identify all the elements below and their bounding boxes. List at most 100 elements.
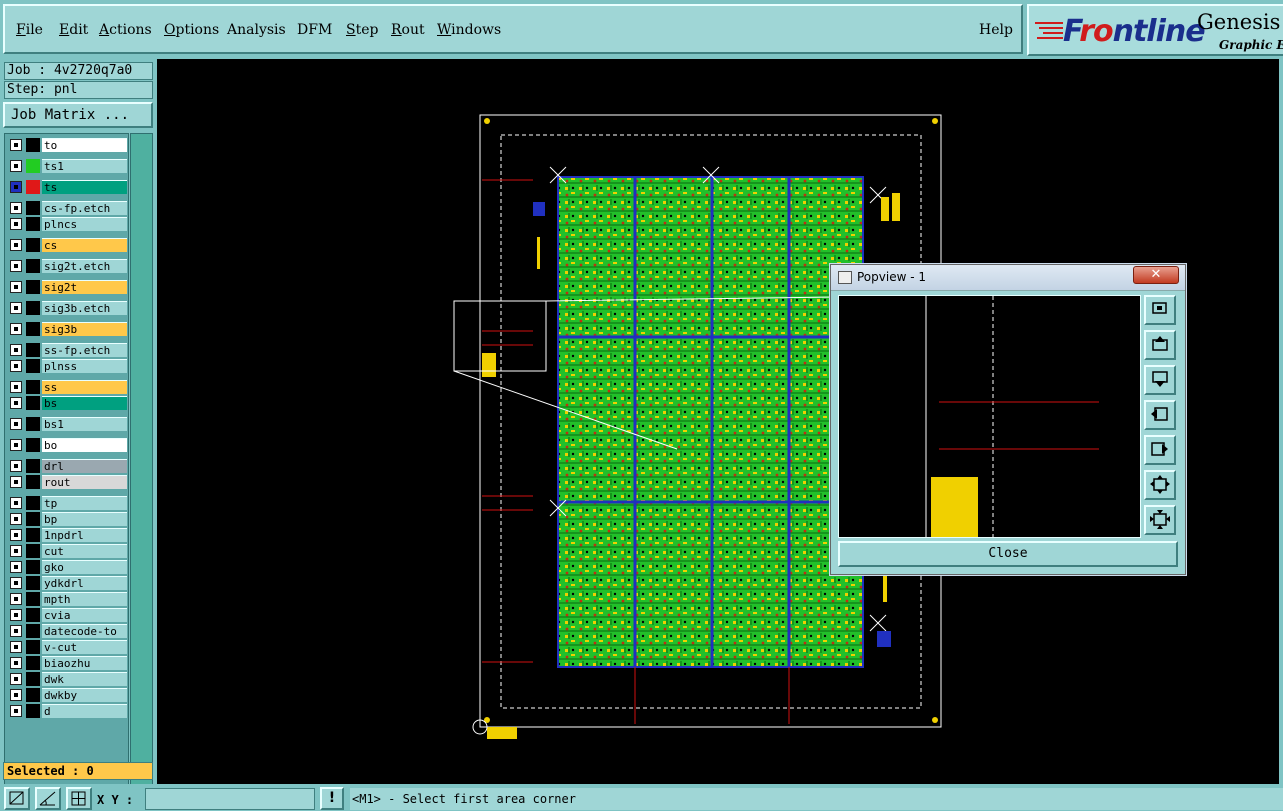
popview-close-button[interactable]: Close <box>838 541 1178 567</box>
layer-color-swatch[interactable] <box>26 180 40 194</box>
layer-checkbox[interactable] <box>10 561 22 573</box>
layer-row-cs-fp.etch[interactable]: cs-fp.etch <box>8 201 128 215</box>
menu-windows[interactable]: Windows <box>437 22 501 38</box>
menu-options[interactable]: Options <box>164 22 219 38</box>
layer-name[interactable]: gko <box>42 560 127 574</box>
layer-checkbox[interactable] <box>10 418 22 430</box>
layer-color-swatch[interactable] <box>26 280 40 294</box>
layer-row-cs[interactable]: cs <box>8 238 128 252</box>
layer-row-sig3b.etch[interactable]: sig3b.etch <box>8 301 128 315</box>
layer-list-scrollbar[interactable] <box>130 133 153 791</box>
layer-name[interactable]: sig2t.etch <box>42 259 127 273</box>
layer-row-to[interactable]: to <box>8 138 128 152</box>
warning-button[interactable]: ! <box>320 787 344 810</box>
layer-color-swatch[interactable] <box>26 159 40 173</box>
layer-color-swatch[interactable] <box>26 459 40 473</box>
layer-row-cut[interactable]: cut <box>8 544 128 558</box>
layer-checkbox[interactable] <box>10 529 22 541</box>
layer-checkbox[interactable] <box>10 545 22 557</box>
layer-name[interactable]: ts1 <box>42 159 127 173</box>
layer-color-swatch[interactable] <box>26 672 40 686</box>
layer-color-swatch[interactable] <box>26 217 40 231</box>
layer-color-swatch[interactable] <box>26 624 40 638</box>
popview-titlebar[interactable]: Popview - 1 ✕ <box>831 265 1185 291</box>
layer-checkbox[interactable] <box>10 323 22 335</box>
layer-checkbox[interactable] <box>10 625 22 637</box>
layer-checkbox[interactable] <box>10 202 22 214</box>
layer-row-plnss[interactable]: plnss <box>8 359 128 373</box>
menu-edit[interactable]: Edit <box>59 22 88 38</box>
layer-row-bo[interactable]: bo <box>8 438 128 452</box>
layer-name[interactable]: v-cut <box>42 640 127 654</box>
layer-color-swatch[interactable] <box>26 438 40 452</box>
layer-name[interactable]: rout <box>42 475 127 489</box>
layer-name[interactable]: cs <box>42 238 127 252</box>
layer-checkbox[interactable] <box>10 439 22 451</box>
layer-row-sig3b[interactable]: sig3b <box>8 322 128 336</box>
layer-name[interactable]: plnss <box>42 359 127 373</box>
layer-color-swatch[interactable] <box>26 704 40 718</box>
layer-checkbox[interactable] <box>10 476 22 488</box>
layer-row-rout[interactable]: rout <box>8 475 128 489</box>
layer-color-swatch[interactable] <box>26 322 40 336</box>
layer-name[interactable]: bs <box>42 396 127 410</box>
layer-name[interactable]: drl <box>42 459 127 473</box>
layer-name[interactable]: mpth <box>42 592 127 606</box>
layer-color-swatch[interactable] <box>26 576 40 590</box>
layer-row-ts1[interactable]: ts1 <box>8 159 128 173</box>
layer-row-v-cut[interactable]: v-cut <box>8 640 128 654</box>
layer-name[interactable]: sig3b.etch <box>42 301 127 315</box>
layer-name[interactable]: cut <box>42 544 127 558</box>
layer-checkbox[interactable] <box>10 513 22 525</box>
popview-canvas[interactable] <box>838 295 1141 538</box>
layer-name[interactable]: bp <box>42 512 127 526</box>
pan-right-button[interactable] <box>1144 435 1176 465</box>
zoom-out-button[interactable] <box>1144 505 1176 535</box>
layer-name[interactable]: bs1 <box>42 417 127 431</box>
layer-row-ss[interactable]: ss <box>8 380 128 394</box>
measure-tool-button[interactable] <box>35 787 61 810</box>
layer-name[interactable]: 1npdrl <box>42 528 127 542</box>
layer-color-swatch[interactable] <box>26 138 40 152</box>
zoom-in-button[interactable] <box>1144 470 1176 500</box>
layer-name[interactable]: dwkby <box>42 688 127 702</box>
layer-color-swatch[interactable] <box>26 656 40 670</box>
layer-row-drl[interactable]: drl <box>8 459 128 473</box>
layer-row-d[interactable]: d <box>8 704 128 718</box>
window-close-button[interactable]: ✕ <box>1133 266 1179 284</box>
layer-color-swatch[interactable] <box>26 238 40 252</box>
layer-color-swatch[interactable] <box>26 417 40 431</box>
layer-row-cvia[interactable]: cvia <box>8 608 128 622</box>
layer-checkbox[interactable] <box>10 397 22 409</box>
layer-row-gko[interactable]: gko <box>8 560 128 574</box>
layer-checkbox[interactable] <box>10 381 22 393</box>
layer-row-tp[interactable]: tp <box>8 496 128 510</box>
layer-color-swatch[interactable] <box>26 592 40 606</box>
layer-checkbox[interactable] <box>10 497 22 509</box>
layer-color-swatch[interactable] <box>26 544 40 558</box>
layer-checkbox[interactable] <box>10 260 22 272</box>
menu-dfm[interactable]: DFM <box>297 22 332 38</box>
layer-row-bs[interactable]: bs <box>8 396 128 410</box>
layer-checkbox[interactable] <box>10 460 22 472</box>
xy-coordinate-input[interactable] <box>145 788 315 810</box>
layer-checkbox[interactable] <box>10 609 22 621</box>
layer-color-swatch[interactable] <box>26 608 40 622</box>
layer-name[interactable]: ss <box>42 380 127 394</box>
layer-row-plncs[interactable]: plncs <box>8 217 128 231</box>
layer-name[interactable]: ts <box>42 180 127 194</box>
layer-row-dwkby[interactable]: dwkby <box>8 688 128 702</box>
layer-name[interactable]: sig3b <box>42 322 127 336</box>
layer-row-1npdrl[interactable]: 1npdrl <box>8 528 128 542</box>
layer-color-swatch[interactable] <box>26 380 40 394</box>
popview-window[interactable]: Popview - 1 ✕ Close <box>830 264 1186 575</box>
layer-name[interactable]: datecode-to <box>42 624 127 638</box>
grid-snap-button[interactable] <box>66 787 92 810</box>
layer-color-swatch[interactable] <box>26 475 40 489</box>
layer-name[interactable]: dwk <box>42 672 127 686</box>
menu-help[interactable]: Help <box>979 22 1013 38</box>
layer-row-dwk[interactable]: dwk <box>8 672 128 686</box>
layer-row-ydkdrl[interactable]: ydkdrl <box>8 576 128 590</box>
layer-row-biaozhu[interactable]: biaozhu <box>8 656 128 670</box>
layer-name[interactable]: to <box>42 138 127 152</box>
